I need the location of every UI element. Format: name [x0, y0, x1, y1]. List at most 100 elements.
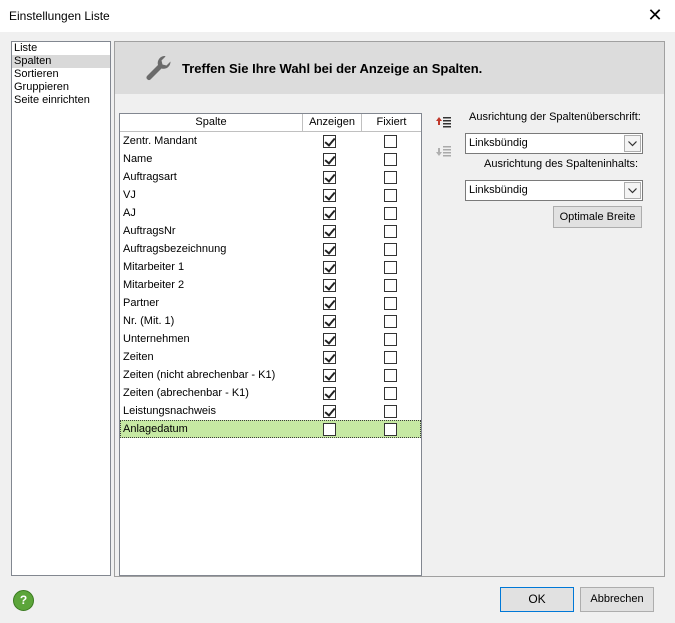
ok-button[interactable]: OK — [500, 587, 574, 612]
fixiert-checkbox[interactable] — [384, 171, 397, 184]
table-row[interactable]: VJ — [120, 186, 421, 204]
fixiert-checkbox[interactable] — [384, 387, 397, 400]
move-up-button[interactable] — [433, 112, 453, 132]
anzeigen-checkbox[interactable] — [323, 423, 336, 436]
columns-grid: Spalte Anzeigen Fixiert Zentr. Mandant Na… — [119, 113, 422, 576]
anzeigen-checkbox[interactable] — [323, 207, 336, 220]
anzeigen-checkbox[interactable] — [323, 351, 336, 364]
nav-item-sortieren[interactable]: Sortieren — [12, 68, 110, 81]
anzeigen-checkbox[interactable] — [323, 297, 336, 310]
columns-panel: Treffen Sie Ihre Wahl bei der Anzeige an… — [114, 41, 665, 577]
anzeigen-checkbox[interactable] — [323, 369, 336, 382]
fixiert-checkbox[interactable] — [384, 333, 397, 346]
header-spalte[interactable]: Spalte — [120, 116, 302, 128]
chevron-down-icon[interactable] — [624, 135, 641, 152]
table-row[interactable]: Auftragsart — [120, 168, 421, 186]
column-name: VJ — [123, 189, 136, 201]
content-align-label: Ausrichtung des Spalteninhalts: — [484, 158, 639, 170]
content-align-select[interactable]: Linksbündig — [465, 180, 643, 201]
column-name: Nr. (Mit. 1) — [123, 315, 175, 327]
optimal-width-button[interactable]: Optimale Breite — [553, 206, 642, 228]
fixiert-checkbox[interactable] — [384, 243, 397, 256]
fixiert-checkbox[interactable] — [384, 351, 397, 364]
fixiert-checkbox[interactable] — [384, 423, 397, 436]
table-row[interactable]: AJ — [120, 204, 421, 222]
nav-item-seite-einrichten[interactable]: Seite einrichten — [12, 94, 110, 107]
table-row[interactable]: Partner — [120, 294, 421, 312]
close-icon[interactable]: ✕ — [645, 5, 665, 25]
column-name: Auftragsart — [123, 171, 177, 183]
banner: Treffen Sie Ihre Wahl bei der Anzeige an… — [115, 42, 664, 94]
anzeigen-checkbox[interactable] — [323, 243, 336, 256]
table-row[interactable]: Zeiten — [120, 348, 421, 366]
table-row[interactable]: Zeiten (abrechenbar - K1) — [120, 384, 421, 402]
nav-item-spalten[interactable]: Spalten — [12, 55, 110, 68]
column-name: Mitarbeiter 1 — [123, 261, 185, 273]
fixiert-checkbox[interactable] — [384, 369, 397, 382]
column-name: Zentr. Mandant — [123, 135, 197, 147]
help-icon[interactable]: ? — [13, 590, 34, 611]
chevron-down-icon[interactable] — [624, 182, 641, 199]
table-row[interactable]: Zeiten (nicht abrechenbar - K1) — [120, 366, 421, 384]
table-row[interactable]: Mitarbeiter 1 — [120, 258, 421, 276]
fixiert-checkbox[interactable] — [384, 315, 397, 328]
anzeigen-checkbox[interactable] — [323, 261, 336, 274]
header-align-select[interactable]: Linksbündig — [465, 133, 643, 154]
nav-item-gruppieren[interactable]: Gruppieren — [12, 81, 110, 94]
fixiert-checkbox[interactable] — [384, 153, 397, 166]
anzeigen-checkbox[interactable] — [323, 189, 336, 202]
column-name: Name — [123, 153, 153, 165]
table-row[interactable]: Leistungsnachweis — [120, 402, 421, 420]
cancel-button[interactable]: Abbrechen — [580, 587, 654, 612]
move-down-button[interactable] — [433, 141, 453, 161]
anzeigen-checkbox[interactable] — [323, 225, 336, 238]
column-name: Mitarbeiter 2 — [123, 279, 185, 291]
table-row[interactable]: Auftragsbezeichnung — [120, 240, 421, 258]
table-row[interactable]: Unternehmen — [120, 330, 421, 348]
anzeigen-checkbox[interactable] — [323, 405, 336, 418]
wrench-icon — [146, 55, 171, 80]
table-row[interactable]: Nr. (Mit. 1) — [120, 312, 421, 330]
anzeigen-checkbox[interactable] — [323, 153, 336, 166]
content-align-value: Linksbündig — [469, 184, 528, 196]
table-row[interactable]: Mitarbeiter 2 — [120, 276, 421, 294]
fixiert-checkbox[interactable] — [384, 405, 397, 418]
header-align-label: Ausrichtung der Spaltenüberschrift: — [469, 111, 641, 123]
anzeigen-checkbox[interactable] — [323, 279, 336, 292]
move-up-icon — [436, 117, 451, 128]
banner-heading: Treffen Sie Ihre Wahl bei der Anzeige an… — [182, 61, 483, 76]
column-name: Anlagedatum — [123, 423, 188, 435]
column-name: Leistungsnachweis — [123, 405, 216, 417]
fixiert-checkbox[interactable] — [384, 135, 397, 148]
anzeigen-checkbox[interactable] — [323, 135, 336, 148]
anzeigen-checkbox[interactable] — [323, 333, 336, 346]
table-row[interactable]: Anlagedatum — [120, 420, 421, 438]
anzeigen-checkbox[interactable] — [323, 171, 336, 184]
settings-nav: Liste Spalten Sortieren Gruppieren Seite… — [11, 41, 111, 576]
fixiert-checkbox[interactable] — [384, 261, 397, 274]
fixiert-checkbox[interactable] — [384, 207, 397, 220]
window-title: Einstellungen Liste — [9, 9, 110, 23]
fixiert-checkbox[interactable] — [384, 225, 397, 238]
fixiert-checkbox[interactable] — [384, 189, 397, 202]
table-row[interactable]: AuftragsNr — [120, 222, 421, 240]
column-name: Zeiten — [123, 351, 154, 363]
anzeigen-checkbox[interactable] — [323, 315, 336, 328]
move-down-icon — [436, 146, 451, 157]
column-name: Unternehmen — [123, 333, 190, 345]
header-align-value: Linksbündig — [469, 137, 528, 149]
table-row[interactable]: Zentr. Mandant — [120, 132, 421, 150]
nav-item-liste[interactable]: Liste — [12, 42, 110, 55]
grid-header: Spalte Anzeigen Fixiert — [120, 114, 421, 132]
table-row[interactable]: Name — [120, 150, 421, 168]
column-name: Zeiten (abrechenbar - K1) — [123, 387, 249, 399]
fixiert-checkbox[interactable] — [384, 297, 397, 310]
column-name: AuftragsNr — [123, 225, 176, 237]
header-divider — [302, 114, 303, 131]
column-name: AJ — [123, 207, 136, 219]
column-name: Partner — [123, 297, 160, 309]
fixiert-checkbox[interactable] — [384, 279, 397, 292]
header-anzeigen[interactable]: Anzeigen — [303, 116, 361, 128]
header-fixiert[interactable]: Fixiert — [362, 116, 421, 128]
anzeigen-checkbox[interactable] — [323, 387, 336, 400]
